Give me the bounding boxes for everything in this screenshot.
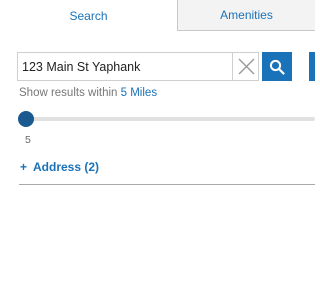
search-panel: Search Amenities Show results within 5 M… [0, 0, 315, 304]
divider [19, 184, 315, 185]
radius-slider-handle[interactable] [18, 111, 34, 127]
close-icon [238, 58, 254, 75]
radius-slider-track[interactable] [20, 117, 315, 121]
radius-value[interactable]: 5 Miles [121, 87, 157, 99]
search-box [17, 52, 259, 81]
tab-search[interactable]: Search [0, 0, 177, 31]
radius-text: Show results within 5 Miles [19, 87, 157, 99]
search-input[interactable] [18, 53, 230, 80]
radius-prefix: Show results within [19, 87, 118, 99]
partial-button[interactable] [309, 52, 315, 81]
address-label: Address (2) [33, 160, 100, 174]
clear-button[interactable] [232, 53, 259, 80]
tab-bar: Search Amenities [0, 0, 315, 31]
plus-icon: + [20, 160, 28, 174]
tab-amenities[interactable]: Amenities [177, 0, 315, 31]
address-expander[interactable]: + Address (2) [20, 160, 99, 174]
search-button[interactable] [262, 52, 292, 81]
search-icon [269, 59, 285, 75]
slider-tick-label: 5 [25, 134, 31, 146]
